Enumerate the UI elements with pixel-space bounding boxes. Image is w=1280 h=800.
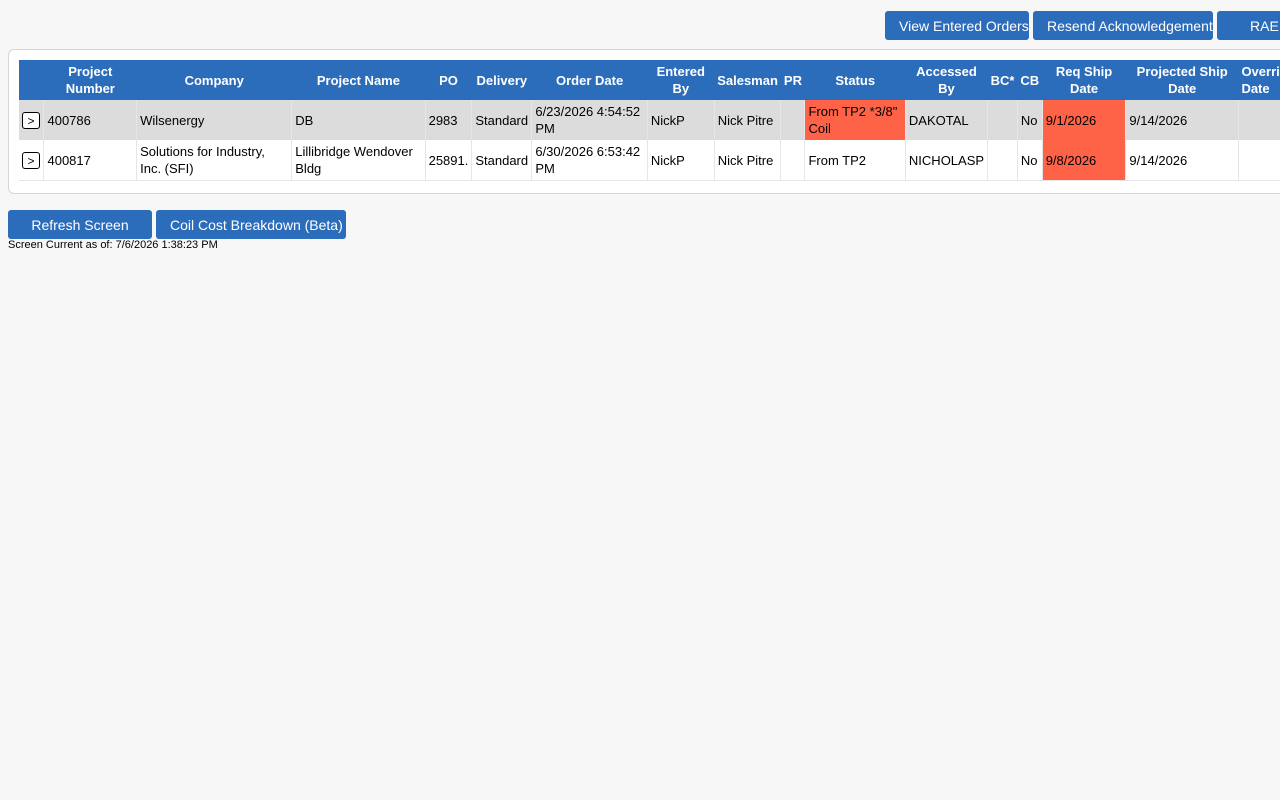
cb-cell: No (1017, 140, 1043, 181)
header-salesman[interactable]: Salesman (714, 60, 781, 100)
po-cell: 2983 (425, 100, 473, 140)
coil-cost-breakdown-button[interactable]: Coil Cost Breakdown (Beta) (156, 210, 346, 239)
pr-cell (780, 100, 806, 140)
status-cell: From TP2 *3/8" Coil (804, 100, 906, 140)
bc-cell (987, 100, 1018, 140)
salesman-cell: Nick Pitre (714, 140, 782, 181)
expand-cell: > (19, 100, 45, 140)
expand-row-button[interactable]: > (22, 151, 40, 169)
screen-current-timestamp: Screen Current as of: 7/6/2026 1:38:23 P… (8, 239, 218, 251)
header-req-ship-date[interactable]: Req Ship Date (1042, 60, 1126, 100)
project-name-cell: Lillibridge Wendover Bldg (291, 140, 426, 181)
header-project-name[interactable]: Project Name (291, 60, 426, 100)
header-order-date[interactable]: Order Date (531, 60, 648, 100)
entered-by-cell: NickP (647, 100, 715, 140)
header-po[interactable]: PO (425, 60, 472, 100)
rae-button[interactable]: RAE (1217, 11, 1280, 40)
header-status[interactable]: Status (804, 60, 906, 100)
header-project-number[interactable]: Project Number (43, 60, 137, 100)
table-row: > 400817 Solutions for Industry, Inc. (S… (19, 140, 1280, 181)
company-cell: Wilsenergy (136, 100, 293, 140)
refresh-screen-button[interactable]: Refresh Screen (8, 210, 152, 239)
req-ship-date-cell: 9/1/2026 (1042, 100, 1127, 140)
header-accessed-by[interactable]: Accessed By (905, 60, 988, 100)
status-cell: From TP2 (804, 140, 906, 181)
projected-ship-date-cell: 9/14/2026 (1125, 100, 1239, 140)
accessed-by-cell: DAKOTAL (905, 100, 989, 140)
accessed-by-cell: NICHOLASP (905, 140, 989, 181)
order-date-cell: 6/30/2026 6:53:42 PM (531, 140, 648, 181)
po-cell: 25891. (425, 140, 473, 181)
bc-cell (987, 140, 1018, 181)
resend-acknowledgement-button[interactable]: Resend Acknowledgement (1033, 11, 1213, 40)
header-expand (19, 60, 44, 100)
override-date-cell (1238, 140, 1280, 181)
delivery-cell: Standard (471, 100, 533, 140)
header-pr[interactable]: PR (780, 60, 805, 100)
salesman-cell: Nick Pitre (714, 100, 782, 140)
project-number-cell: 400786 (43, 100, 138, 140)
override-date-cell (1238, 100, 1280, 140)
expand-row-button[interactable]: > (22, 111, 40, 129)
entered-by-cell: NickP (647, 140, 715, 181)
view-entered-orders-button[interactable]: View Entered Orders (885, 11, 1029, 40)
orders-table: Project Number Company Project Name PO D… (19, 60, 1280, 181)
project-name-cell: DB (291, 100, 426, 140)
top-toolbar: View Entered Orders Resend Acknowledgeme… (885, 11, 1280, 40)
header-entered-by[interactable]: Entered By (647, 60, 715, 100)
pr-cell (780, 140, 806, 181)
order-date-cell: 6/23/2026 4:54:52 PM (531, 100, 648, 140)
orders-panel: Project Number Company Project Name PO D… (8, 49, 1280, 194)
cb-cell: No (1017, 100, 1043, 140)
header-company[interactable]: Company (136, 60, 292, 100)
projected-ship-date-cell: 9/14/2026 (1125, 140, 1239, 181)
header-cb[interactable]: CB (1017, 60, 1043, 100)
header-bc[interactable]: BC* (987, 60, 1018, 100)
header-override-date[interactable]: Override Date (1238, 60, 1280, 100)
table-row: > 400786 Wilsenergy DB 2983 Standard 6/2… (19, 100, 1280, 140)
delivery-cell: Standard (471, 140, 533, 181)
company-cell: Solutions for Industry, Inc. (SFI) (136, 140, 293, 181)
header-projected-ship-date[interactable]: Projected Ship Date (1125, 60, 1239, 100)
expand-cell: > (19, 140, 45, 181)
bottom-toolbar: Refresh Screen Coil Cost Breakdown (Beta… (8, 210, 346, 239)
table-header-row: Project Number Company Project Name PO D… (19, 60, 1280, 100)
header-delivery[interactable]: Delivery (471, 60, 532, 100)
req-ship-date-cell: 9/8/2026 (1042, 140, 1127, 181)
project-number-cell: 400817 (43, 140, 138, 181)
